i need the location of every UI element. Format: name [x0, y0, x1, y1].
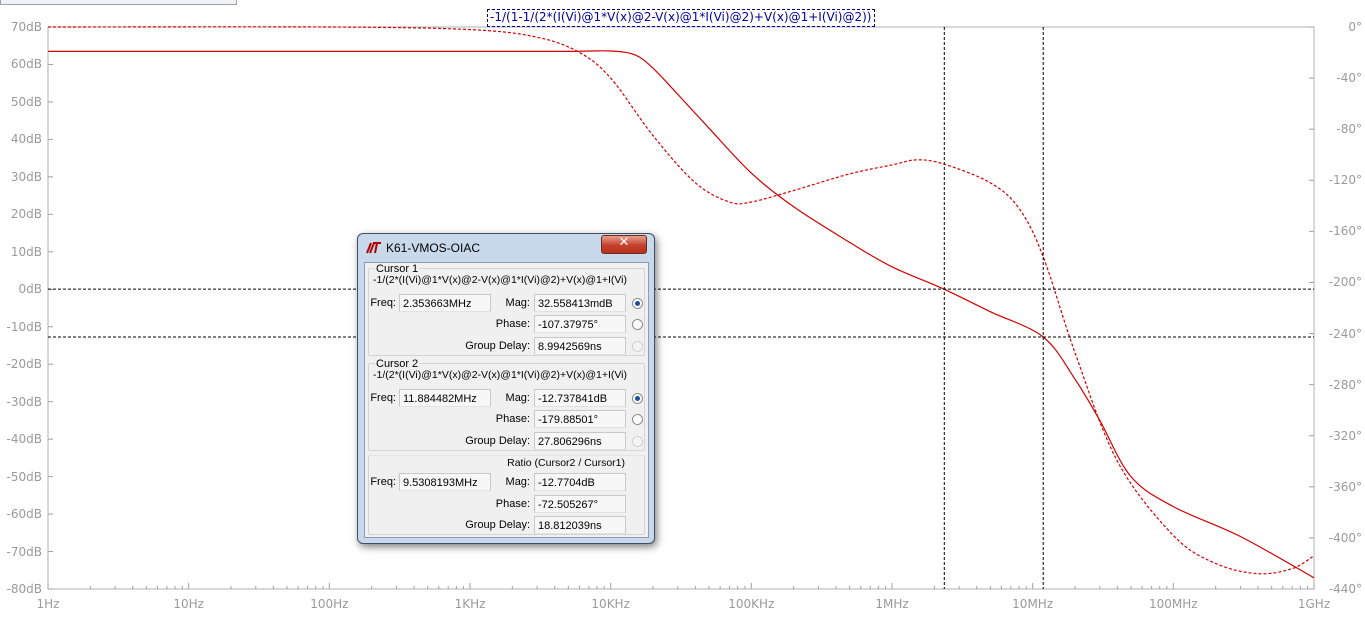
y-right-tick-label: -360°: [1328, 479, 1362, 494]
close-icon: ✕: [618, 235, 630, 250]
y-left-tick-label: 60dB: [10, 57, 42, 72]
y-right-tick-label: -400°: [1328, 530, 1362, 545]
cursor2-expression: -1/(2*(I(Vi)@1*V(x)@2-V(x)@1*I(Vi)@2)+V(…: [373, 369, 628, 381]
ratio-phase-field[interactable]: -72.505267°: [534, 495, 626, 513]
cursor1-group: Cursor 1 -1/(2*(I(Vi)@1*V(x)@2-V(x)@1*I(…: [368, 263, 645, 356]
y-left-tick-label: 40dB: [10, 132, 42, 147]
x-tick-label: 100Hz: [310, 597, 349, 611]
y-right-tick-label: -80°: [1336, 122, 1362, 137]
x-tick-label: 1MHz: [875, 597, 909, 611]
x-tick-label: 100MHz: [1149, 597, 1198, 611]
y-right-tick-label: -160°: [1328, 224, 1362, 239]
cursors[interactable]: [48, 27, 1314, 589]
ratio-mag-label: Mag:: [505, 476, 530, 488]
y-left-tick-label: 20dB: [10, 207, 42, 222]
cursor1-freq-label: Freq:: [370, 297, 396, 309]
trace-label[interactable]: -1/(1-1/(2*(I(Vi)@1*V(x)@2-V(x)@1*I(Vi)@…: [487, 9, 875, 27]
cursor-dialog[interactable]: K61-VMOS-OIAC ✕ Cursor 1 -1/(2*(I(Vi)@1*…: [357, 233, 655, 544]
cursor2-gd-field[interactable]: 27.806296ns: [534, 432, 626, 450]
y-left-tick-label: 10dB: [10, 244, 42, 259]
y-right-tick-label: -200°: [1328, 275, 1362, 290]
y-left-tick-label: -30dB: [6, 394, 42, 409]
x-tick-label: 1GHz: [1297, 597, 1331, 611]
ratio-freq-field[interactable]: 9.5308193MHz: [399, 473, 491, 491]
axis-ticks: [47, 26, 1315, 590]
cursor1-mag-label: Mag:: [505, 297, 530, 309]
magnitude-trace: [48, 50, 1315, 579]
cursor2-gd-radio[interactable]: [632, 436, 643, 447]
y-left-tick-label: -20dB: [6, 357, 42, 372]
cursor2-phase-field[interactable]: -179.88501°: [534, 410, 626, 428]
y-left-tick-label: 70dB: [10, 20, 42, 34]
cursor1-freq-field[interactable]: 2.353663MHz: [399, 294, 491, 312]
y-right-tick-label: -320°: [1328, 428, 1362, 443]
x-tick-label: 10KHz: [591, 597, 630, 611]
traces: [47, 26, 1315, 579]
ratio-group: Ratio (Cursor2 / Cursor1) Freq: 9.530819…: [368, 455, 645, 535]
close-button[interactable]: ✕: [601, 235, 647, 254]
ratio-gd-label: Group Delay:: [465, 519, 530, 531]
y-left-tick-label: 30dB: [10, 169, 42, 184]
x-tick-label: 1KHz: [454, 597, 486, 611]
cursor2-phase-label: Phase:: [495, 413, 530, 425]
ratio-mag-field[interactable]: -12.7704dB: [534, 473, 626, 491]
ratio-gd-field[interactable]: 18.812039ns: [534, 516, 626, 534]
y-left-tick-label: -80dB: [6, 582, 42, 596]
cursor1-phase-label: Phase:: [495, 318, 530, 330]
y-right-tick-label: -40°: [1336, 71, 1362, 86]
bode-plot[interactable]: [0, 0, 1365, 618]
x-tick-label: 10MHz: [1012, 597, 1054, 611]
dialog-title: K61-VMOS-OIAC: [386, 241, 481, 255]
y-left-tick-label: -10dB: [6, 319, 42, 334]
dialog-body: Cursor 1 -1/(2*(I(Vi)@1*V(x)@2-V(x)@1*I(…: [364, 262, 649, 538]
x-tick-label: 10Hz: [173, 597, 204, 611]
y-left-tick-label: -50dB: [6, 469, 42, 484]
y-left-tick-label: -40dB: [6, 432, 42, 447]
y-right-tick-label: -440°: [1328, 582, 1362, 596]
cursor2-gd-label: Group Delay:: [465, 435, 530, 447]
y-right-tick-label: 0°: [1348, 20, 1362, 34]
cursor2-phase-radio[interactable]: [632, 414, 643, 425]
x-tick-label: 100KHz: [728, 597, 775, 611]
cursor2-freq-field[interactable]: 11.884482MHz: [399, 389, 491, 407]
cursor1-expression: -1/(2*(I(Vi)@1*V(x)@2-V(x)@1*I(Vi)@2)+V(…: [373, 274, 628, 286]
ltspice-logo-icon: [366, 242, 381, 254]
cursor2-freq-label: Freq:: [370, 392, 396, 404]
dialog-titlebar[interactable]: K61-VMOS-OIAC ✕: [358, 234, 654, 262]
cursor1-mag-field[interactable]: 32.558413mdB: [534, 294, 626, 312]
plot-frame: [47, 26, 1315, 590]
y-right-tick-label: -120°: [1328, 173, 1362, 188]
ratio-freq-label: Freq:: [370, 476, 396, 488]
x-tick-label: 1Hz: [36, 597, 60, 611]
cursor2-mag-field[interactable]: -12.737841dB: [534, 389, 626, 407]
y-left-tick-label: -70dB: [6, 544, 42, 559]
y-right-tick-label: -240°: [1328, 326, 1362, 341]
phase-trace: [47, 26, 1315, 575]
y-left-tick-label: -60dB: [6, 507, 42, 522]
ratio-phase-label: Phase:: [495, 498, 530, 510]
cursor1-gd-field[interactable]: 8.9942569ns: [534, 337, 626, 355]
y-right-tick-label: -280°: [1328, 377, 1362, 392]
cursor1-gd-radio[interactable]: [632, 341, 643, 352]
cursor1-phase-field[interactable]: -107.37975°: [534, 315, 626, 333]
cursor1-gd-label: Group Delay:: [465, 340, 530, 352]
y-left-tick-label: 50dB: [10, 94, 42, 109]
ratio-title: Ratio (Cursor2 / Cursor1): [507, 457, 625, 469]
cursor1-phase-radio[interactable]: [632, 319, 643, 330]
cursor2-group: Cursor 2 -1/(2*(I(Vi)@1*V(x)@2-V(x)@1*I(…: [368, 358, 645, 451]
y-left-tick-label: 0dB: [18, 282, 42, 297]
cursor1-mag-radio[interactable]: [632, 298, 643, 309]
cursor2-mag-label: Mag:: [505, 392, 530, 404]
cursor2-mag-radio[interactable]: [632, 393, 643, 404]
